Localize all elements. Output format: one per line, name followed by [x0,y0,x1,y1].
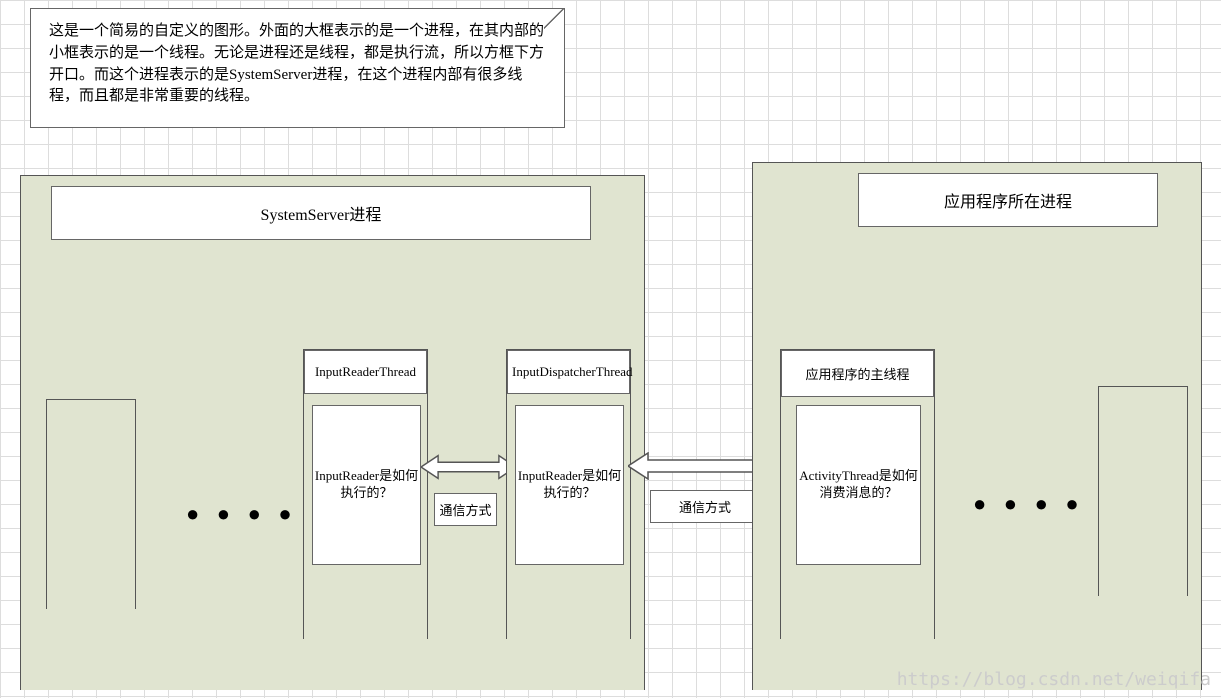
thread-inner: InputReader是如何执行的？ [312,405,421,565]
watermark-text: https://blog.csdn.net/weiqifa [897,669,1211,690]
double-arrow-icon [421,453,516,481]
system-server-process: SystemServer进程 ● ● ● ● ● InputReaderThre… [20,175,645,690]
comm-label: 通信方式 [434,493,497,526]
app-process: 应用程序所在进程 应用程序的主线程 ActivityThread是如何消费消息的… [752,162,1202,690]
process-title: SystemServer进程 [51,186,591,240]
thread-label: InputDispatcherThread [507,350,630,394]
input-reader-thread: InputReaderThread InputReader是如何执行的？ [303,349,428,639]
input-dispatcher-thread: InputDispatcherThread InputReader是如何执行的？ [506,349,631,639]
thread-inner: ActivityThread是如何消费消息的？ [796,405,921,565]
comm-label-mid: 通信方式 [650,490,760,523]
thread-label: 应用程序的主线程 [781,350,934,397]
description-note: 这是一个简易的自定义的图形。外面的大框表示的是一个进程，在其内部的小框表示的是一… [30,8,565,128]
note-text: 这是一个简易的自定义的图形。外面的大框表示的是一个进程，在其内部的小框表示的是一… [49,23,544,104]
app-main-thread: 应用程序的主线程 ActivityThread是如何消费消息的？ [780,349,935,639]
thread-label: InputReaderThread [304,350,427,394]
thread-inner: InputReader是如何执行的？ [515,405,624,565]
thread-placeholder-right [1098,386,1188,596]
page-fold-icon [544,9,564,29]
process-title: 应用程序所在进程 [858,173,1158,227]
thread-placeholder-left [46,399,136,609]
